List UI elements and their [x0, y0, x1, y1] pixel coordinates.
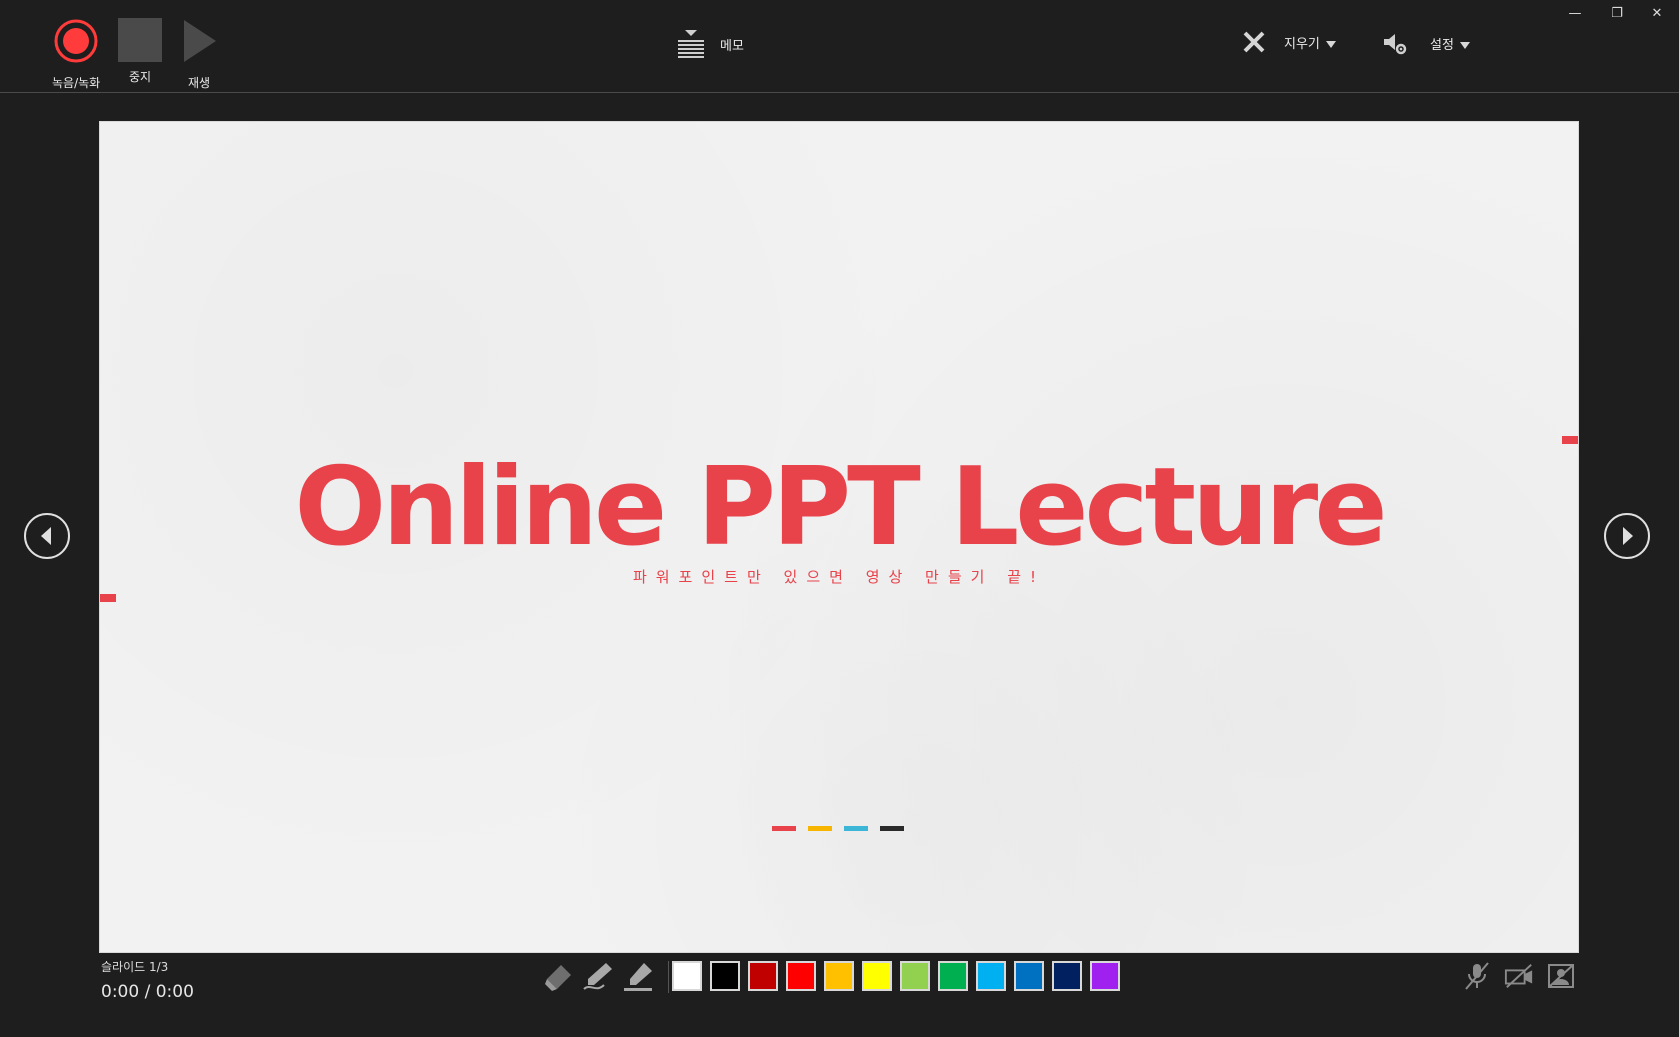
settings-dropdown[interactable]: 설정: [1382, 30, 1470, 56]
close-button[interactable]: ✕: [1642, 4, 1672, 24]
close-x-icon: [1243, 31, 1265, 53]
color-swatch-white[interactable]: [672, 961, 702, 991]
color-swatch-yellow[interactable]: [862, 961, 892, 991]
arrow-right-icon: [1623, 527, 1633, 545]
media-controls: [1462, 960, 1576, 992]
highlighter-button[interactable]: [622, 960, 654, 994]
camera-preview-off-icon: [1548, 964, 1574, 988]
dot-cyan: [844, 826, 868, 831]
dot-black: [880, 826, 904, 831]
eraser-button[interactable]: [542, 960, 574, 994]
memo-label: 메모: [720, 38, 744, 54]
recording-toolbar: 녹음/녹화 중지 재생 메모 지우기 설정 — ❐ ✕: [0, 0, 1679, 92]
settings-label: 설정: [1430, 37, 1454, 53]
minimize-button[interactable]: —: [1560, 4, 1590, 24]
record-icon: [54, 19, 98, 63]
toolbar-divider: [0, 92, 1679, 93]
color-swatch-orange[interactable]: [824, 961, 854, 991]
color-swatch-blue[interactable]: [1014, 961, 1044, 991]
toolbar-separator: [668, 961, 669, 993]
stop-label: 중지: [128, 70, 152, 84]
presenter-window: 녹음/녹화 중지 재생 메모 지우기 설정 — ❐ ✕ Online PPT L…: [0, 0, 1679, 1037]
memo-button[interactable]: 메모: [676, 28, 744, 60]
erase-dropdown[interactable]: 지우기: [1242, 30, 1336, 54]
slide-canvas[interactable]: Online PPT Lecture 파워포인트만 있으면 영상 만들기 끝!: [100, 122, 1578, 952]
eraser-icon: [545, 965, 571, 991]
chevron-down-icon: [1459, 41, 1470, 49]
slide-subtitle: 파워포인트만 있으면 영상 만들기 끝!: [632, 568, 1046, 586]
slide-counter: 슬라이드 1/3: [101, 960, 169, 974]
stop-button[interactable]: 중지: [118, 18, 162, 85]
previous-slide-button[interactable]: [24, 513, 70, 559]
microphone-toggle[interactable]: [1462, 960, 1492, 992]
dot-red: [772, 826, 796, 831]
color-swatch-green[interactable]: [938, 961, 968, 991]
audio-settings-icon: [1384, 34, 1407, 55]
color-swatch-purple[interactable]: [1090, 961, 1120, 991]
color-dot-row: [772, 826, 904, 831]
erase-label: 지우기: [1284, 36, 1320, 52]
color-swatch-light-green[interactable]: [900, 961, 930, 991]
color-swatch-red[interactable]: [786, 961, 816, 991]
color-swatch-light-blue[interactable]: [976, 961, 1006, 991]
camera-off-icon: [1504, 964, 1533, 988]
pen-icon: [583, 963, 612, 990]
play-label: 재생: [187, 76, 211, 90]
color-swatch-black[interactable]: [710, 961, 740, 991]
color-swatch-navy[interactable]: [1052, 961, 1082, 991]
play-icon: [184, 20, 216, 62]
arrow-left-icon: [41, 527, 51, 545]
restore-button[interactable]: ❐: [1602, 4, 1632, 24]
pen-button[interactable]: [582, 960, 614, 994]
slide-title: Online PPT Lecture: [294, 445, 1387, 570]
color-swatch-dark-red[interactable]: [748, 961, 778, 991]
record-button[interactable]: 녹음/녹화: [52, 18, 100, 91]
ink-color-palette: [672, 961, 1120, 991]
stop-icon: [118, 18, 162, 62]
dot-yellow: [808, 826, 832, 831]
notes-icon: [678, 30, 704, 58]
play-button[interactable]: 재생: [176, 18, 222, 91]
chevron-down-icon: [1325, 40, 1336, 48]
camera-preview-toggle[interactable]: [1546, 960, 1576, 992]
pen-toolbar: [542, 960, 675, 994]
record-label: 녹음/녹화: [52, 76, 101, 90]
next-slide-button[interactable]: [1604, 513, 1650, 559]
microphone-off-icon: [1465, 962, 1489, 990]
highlighter-icon: [624, 963, 652, 991]
left-accent-bar: [100, 594, 116, 602]
recording-time: 0:00 / 0:00: [101, 982, 194, 1002]
right-accent-bar: [1562, 436, 1578, 444]
camera-toggle[interactable]: [1504, 960, 1534, 992]
